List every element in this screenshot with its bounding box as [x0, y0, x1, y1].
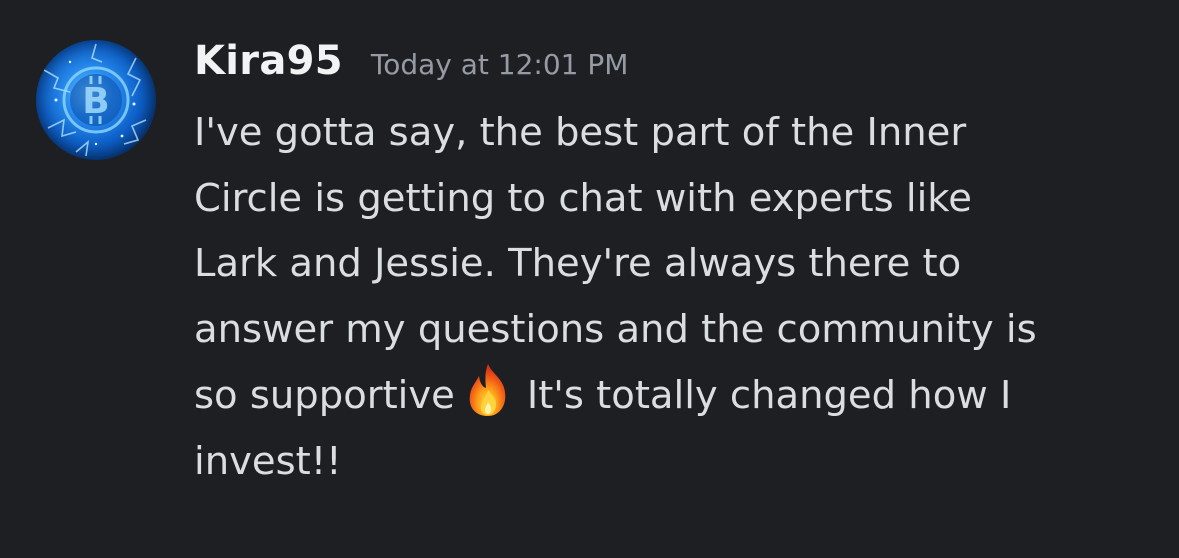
message-line: Lark and Jessie. They're always there to — [194, 241, 962, 286]
username[interactable]: Kira95 — [194, 38, 343, 84]
message-line-part: so supportive — [194, 373, 455, 418]
message-line: answer my questions and the community is — [194, 306, 1037, 352]
user-avatar[interactable]: B — [36, 40, 156, 160]
message-line: Circle is getting to chat with experts l… — [194, 175, 972, 221]
svg-text:B: B — [82, 81, 109, 122]
message-line-part: It's totally changed how I — [526, 373, 1012, 418]
message-line: invest!! — [194, 438, 342, 484]
message-body: I've gotta say, the best part of the Inn… — [194, 100, 1154, 494]
message-line: I've gotta say, the best part of the Inn… — [194, 110, 967, 155]
message-content: Kira95 Today at 12:01 PM I've gotta say,… — [194, 38, 1154, 494]
bitcoin-avatar-icon: B — [43, 43, 147, 157]
timestamp[interactable]: Today at 12:01 PM — [371, 48, 629, 81]
fire-emoji-icon[interactable] — [461, 362, 515, 418]
message-line-with-emoji: so supportive It's totally changed how I — [194, 362, 1154, 429]
chat-message: B Kira95 Today at 12:01 PM I've gotta sa… — [0, 0, 1179, 558]
message-header: Kira95 Today at 12:01 PM — [194, 38, 1154, 96]
